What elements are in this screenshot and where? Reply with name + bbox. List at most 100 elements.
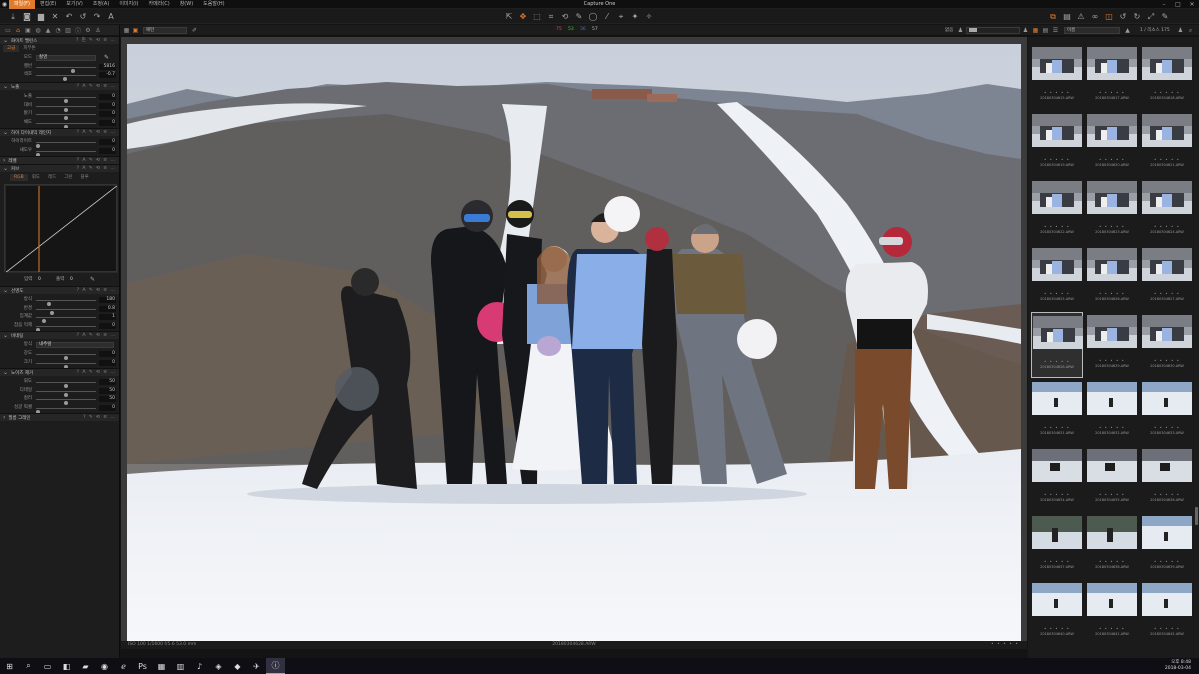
slider-track[interactable] [36,97,96,103]
toolbar-right-icon[interactable]: ↻ [1131,11,1143,23]
thumbnail-rating[interactable]: • • • • • [1086,90,1138,95]
thumbnail-image[interactable] [1033,316,1083,349]
main-photo[interactable] [127,44,1021,641]
taskbar-app-icon[interactable]: ◆ [228,658,247,674]
toolbar-right-icon[interactable]: ⧉ [1047,11,1059,23]
slider-value[interactable]: 0 [99,404,116,411]
thumbnail-rating[interactable]: • • • • • [1031,90,1083,95]
browser-scrollbar[interactable] [1195,507,1198,525]
taskbar-app-icon[interactable]: ♪ [190,658,209,674]
slider-track[interactable] [36,317,96,323]
thumbnail-image[interactable] [1032,47,1082,80]
tool-tab-icon[interactable]: ⚓ [93,25,103,35]
cursor-tool-icon[interactable]: ✧ [643,11,655,23]
thumbnail-cell[interactable]: • • • • • 20180304637.ARW [1031,513,1083,579]
thumbnail-rating[interactable]: • • • • • [1086,157,1138,162]
menu-item[interactable]: 이미지(I) [114,0,143,9]
thumbnail-image[interactable] [1087,449,1137,482]
thumbnail-image[interactable] [1032,181,1082,214]
thumbnail-rating[interactable]: • • • • • [1032,359,1082,364]
slider-track[interactable] [36,114,96,120]
thumbnail-cell[interactable]: • • • • • 20180304622.ARW [1031,178,1083,244]
thumbnail-rating[interactable]: • • • • • [1031,291,1083,296]
hdr-header[interactable]: ⌄ 하이 다이내믹 레인지 ? A ✎ ⟲ ≡ … [0,128,119,136]
wb-kelvin-track[interactable] [36,67,96,73]
slider-value[interactable]: 0 [99,111,116,117]
thumbnail-cell[interactable]: • • • • • 20180304623.ARW [1086,178,1138,244]
collapse-chevron-icon[interactable]: ⌄ [3,83,8,90]
thumbnail-cell[interactable]: • • • • • 20180304641.ARW [1086,580,1138,646]
thumbnail-cell[interactable]: • • • • • 20180304631.ARW [1031,379,1083,445]
thumbnail-rating[interactable]: • • • • • [1031,492,1083,497]
curve-graph[interactable] [4,184,119,274]
slider-track[interactable] [36,382,96,388]
slider-value[interactable]: 0 [99,102,116,109]
wb-tint-track[interactable] [36,75,96,81]
tool-tab-icon[interactable]: ◍ [33,25,43,35]
wb-tab-advanced[interactable]: 고급 [3,45,20,52]
wb-mode-select[interactable]: 촬영 [36,55,96,61]
collapse-chevron-icon[interactable]: ⌄ [3,332,8,339]
thumbnail-rating[interactable]: • • • • • [1086,291,1138,296]
collapse-chevron-icon[interactable]: ⌄ [3,369,8,376]
collapse-chevron-icon[interactable]: ⌄ [3,287,8,294]
redo-back-icon[interactable]: ↺ [77,11,89,23]
thumbnail-cell[interactable]: • • • • • 20180304639.ARW [1141,513,1193,579]
thumbnail-image[interactable] [1087,315,1137,348]
close-icon[interactable]: ✕ [1185,0,1199,9]
thumbnail-cell[interactable]: • • • • • 20180304615.ARW [1031,44,1083,110]
thumbnail-cell[interactable]: • • • • • 20180304634.ARW [1031,446,1083,512]
thumbnail-cell[interactable]: • • • • • 20180304621.ARW [1141,111,1193,177]
sort-direction-icon[interactable]: ▲ [1123,26,1132,35]
menu-item[interactable]: 조정(A) [88,0,115,9]
slider-value[interactable]: 0.8 [99,305,116,312]
zoom-slider[interactable] [966,27,1020,34]
slider-track[interactable] [36,150,96,157]
thumbnail-cell[interactable]: • • • • • 20180304624.ARW [1141,178,1193,244]
curve-tab[interactable]: 휘도 [28,174,44,181]
picker-icon[interactable]: ✐ [190,26,199,35]
expand-chevron-icon[interactable]: › [3,414,5,421]
undo-icon[interactable]: ↶ [63,11,75,23]
slider-track[interactable] [36,362,96,369]
thumbnail-image[interactable] [1087,114,1137,147]
cursor-tool-icon[interactable]: ⬚ [531,11,543,23]
tool-tab-icon[interactable]: ⓘ [73,25,83,35]
slider-track[interactable] [36,354,96,360]
cursor-tool-icon[interactable]: ⌖ [615,11,627,23]
taskbar-app-icon[interactable]: ▰ [76,658,95,674]
slider-value[interactable]: 50 [99,387,116,394]
toolbar-right-icon[interactable]: ∞ [1089,11,1101,23]
slider-value[interactable]: 0 [99,359,116,366]
single-view-icon[interactable]: ▣ [131,26,140,35]
toolbar-right-icon[interactable]: ⤢ [1145,11,1157,23]
expand-chevron-icon[interactable]: › [3,157,5,164]
thumbnail-rating[interactable]: • • • • • [1141,492,1193,497]
thumbnail-rating[interactable]: • • • • • [1086,559,1138,564]
cursor-tool-icon[interactable]: ◯ [587,11,599,23]
clarity-header[interactable]: ⌄ 선명도 ? A ✎ ⟲ ≡ … [0,286,119,294]
curve-tab[interactable]: 블루 [77,174,93,181]
tool-tab-icon[interactable]: ⚙ [83,25,93,35]
eyedropper-icon[interactable]: ✎ [104,54,109,61]
thumbnail-image[interactable] [1032,449,1082,482]
vignette-method-select[interactable]: 내추럴 [36,342,114,348]
maximize-icon[interactable]: □ [1171,0,1185,9]
cursor-tool-icon[interactable]: ✎ [573,11,585,23]
thumbnail-cell[interactable]: • • • • • 20180304628.ARW [1031,312,1083,378]
thumbnail-image[interactable] [1032,248,1082,281]
taskbar-app-icon[interactable]: ◉ [95,658,114,674]
toolbar-right-icon[interactable]: ↺ [1117,11,1129,23]
thumbnail-cell[interactable]: • • • • • 20180304625.ARW [1031,245,1083,311]
taskbar-app-icon[interactable]: ⊞ [0,658,19,674]
collapse-chevron-icon[interactable]: ⌄ [3,129,8,136]
slider-track[interactable] [36,308,96,315]
thumbnail-rating[interactable]: • • • • • [1031,626,1083,631]
thumbnail-cell[interactable]: • • • • • 20180304632.ARW [1086,379,1138,445]
taskbar-app-icon[interactable]: ℯ [114,658,133,674]
redo-icon[interactable]: ↷ [91,11,103,23]
curve-line[interactable] [4,184,119,274]
slider-value[interactable]: 0 [99,147,116,154]
browser-list-icon[interactable]: ▤ [1041,26,1050,35]
thumbnail-rating[interactable]: • • • • • [1141,291,1193,296]
